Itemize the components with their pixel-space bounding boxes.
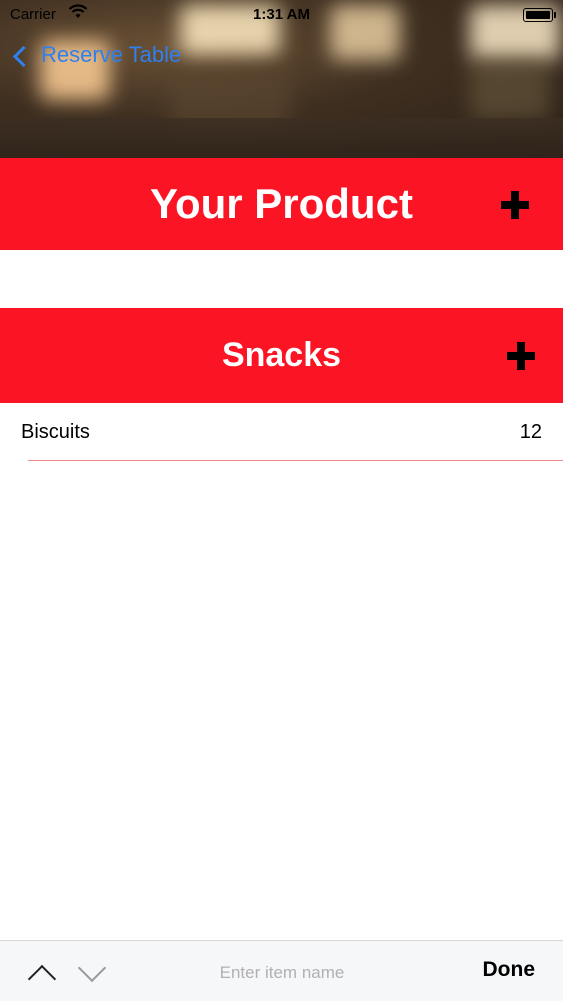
- section-header-snacks: Snacks: [0, 308, 563, 403]
- item-name: Biscuits: [21, 421, 90, 443]
- section-title: Snacks: [221, 336, 342, 374]
- section-title: Your Product: [150, 180, 413, 227]
- chevron-up-icon[interactable]: [27, 964, 57, 994]
- section-header-your-product: Your Product: [0, 158, 563, 250]
- status-bar: Carrier 1:31 AM: [0, 0, 563, 30]
- add-product-button[interactable]: [501, 191, 529, 219]
- done-button[interactable]: Done: [483, 958, 536, 982]
- row-separator: [28, 460, 563, 461]
- table-row[interactable]: Biscuits 12: [0, 403, 563, 461]
- plus-icon-bar: [501, 201, 529, 209]
- add-snack-button[interactable]: [507, 342, 535, 370]
- chevron-left-icon: [12, 45, 35, 67]
- status-time: 1:31 AM: [253, 6, 310, 23]
- back-button[interactable]: Reserve Table: [12, 42, 182, 68]
- chevron-down-icon[interactable]: [77, 953, 107, 983]
- item-name-input[interactable]: [190, 959, 374, 987]
- item-quantity: 12: [519, 421, 542, 443]
- battery-icon: [523, 8, 556, 22]
- shadow-blur: [470, 60, 550, 120]
- plus-icon-bar: [507, 352, 535, 360]
- empty-section-area: [0, 250, 563, 309]
- back-label: Reserve Table: [41, 42, 182, 67]
- floor-shade: [0, 118, 563, 158]
- keyboard-accessory-bar: Done: [0, 940, 563, 1001]
